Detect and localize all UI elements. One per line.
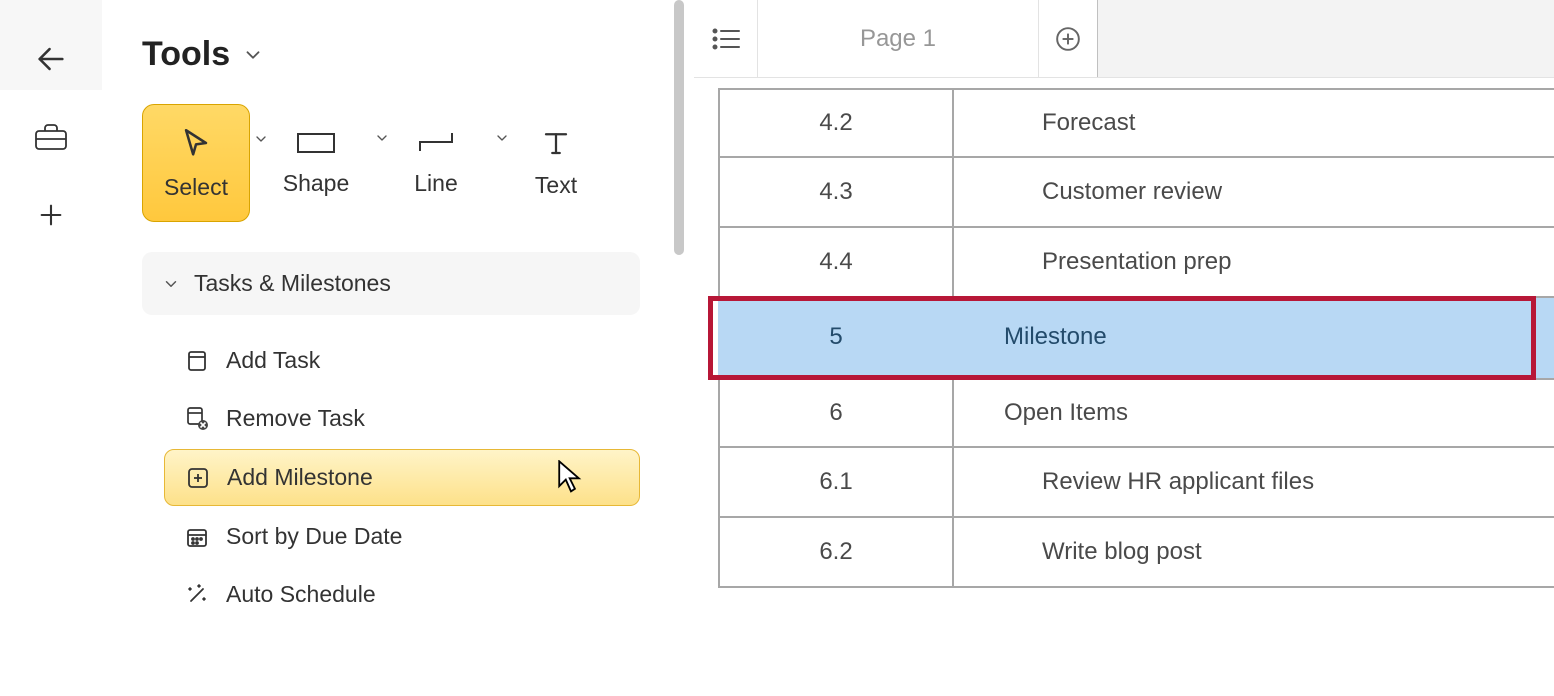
rail-background <box>0 90 102 696</box>
row-name: Forecast <box>954 88 1554 158</box>
tool-select[interactable]: Select <box>142 104 250 222</box>
menu-remove-task[interactable]: Remove Task <box>164 391 640 446</box>
toolbox-icon <box>34 123 68 151</box>
outline-button[interactable] <box>694 0 758 77</box>
section-label: Tasks & Milestones <box>194 270 391 297</box>
menu-label: Sort by Due Date <box>226 523 402 550</box>
row-number: 5 <box>718 298 954 378</box>
row-number: 4.3 <box>718 158 954 228</box>
tab-bar: Page 1 <box>694 0 1554 78</box>
panel-title: Tools <box>142 35 230 74</box>
row-number: 4.4 <box>718 228 954 298</box>
tool-text[interactable]: Text <box>502 104 610 222</box>
menu-sort-due-date[interactable]: Sort by Due Date <box>164 509 640 564</box>
tab-page-1[interactable]: Page 1 <box>758 0 1038 77</box>
row-name: Customer review <box>954 158 1554 228</box>
row-number: 6.1 <box>718 448 954 518</box>
tools-panel: Tools Select Shape Line Text <box>102 0 670 606</box>
section-tasks-milestones[interactable]: Tasks & Milestones <box>142 252 640 315</box>
tool-shape-label: Shape <box>283 170 350 197</box>
cursor-icon <box>179 126 213 160</box>
table-row[interactable]: 6.2 Write blog post <box>694 518 1554 588</box>
menu-add-task[interactable]: Add Task <box>164 333 640 388</box>
milestone-add-icon <box>185 465 211 491</box>
table-row[interactable]: 4.4 Presentation prep <box>694 228 1554 298</box>
row-name: Presentation prep <box>954 228 1554 298</box>
magic-wand-icon <box>184 582 210 608</box>
panel-title-row[interactable]: Tools <box>142 35 640 74</box>
task-table: 4.2 Forecast 4.3 Customer review 4.4 Pre… <box>694 78 1554 588</box>
row-name: Review HR applicant files <box>954 448 1554 518</box>
tool-line[interactable]: Line <box>382 104 490 222</box>
row-name: Open Items <box>954 378 1554 448</box>
table-row[interactable]: 6.1 Review HR applicant files <box>694 448 1554 518</box>
tab-label: Page 1 <box>860 25 936 53</box>
task-icon <box>184 348 210 374</box>
add-page-button[interactable] <box>1038 0 1098 77</box>
menu-add-milestone[interactable]: Add Milestone <box>164 449 640 506</box>
chevron-down-icon <box>242 44 264 66</box>
plus-circle-icon <box>1055 26 1081 52</box>
rectangle-icon <box>296 130 336 156</box>
tool-line-label: Line <box>414 170 457 197</box>
table-row[interactable]: 4.3 Customer review <box>694 158 1554 228</box>
toolbox-button[interactable] <box>27 113 75 161</box>
table-row[interactable]: 4.2 Forecast <box>694 88 1554 158</box>
menu-label: Add Milestone <box>227 464 373 491</box>
row-number: 4.2 <box>718 88 954 158</box>
tool-buttons: Select Shape Line Text <box>142 104 640 222</box>
tool-text-label: Text <box>535 172 577 199</box>
text-icon <box>541 128 571 158</box>
arrow-left-icon <box>34 42 68 76</box>
tool-shape[interactable]: Shape <box>262 104 370 222</box>
plus-icon <box>37 201 65 229</box>
connector-icon <box>416 130 456 156</box>
add-button[interactable] <box>27 191 75 239</box>
document-pane: Page 1 4.2 Forecast 4.3 Customer review … <box>694 0 1554 606</box>
left-rail <box>0 0 102 606</box>
menu-label: Auto Schedule <box>226 581 376 608</box>
tool-select-label: Select <box>164 174 228 201</box>
menu-auto-schedule[interactable]: Auto Schedule <box>164 567 640 622</box>
menu-label: Remove Task <box>226 405 365 432</box>
row-name: Write blog post <box>954 518 1554 588</box>
chevron-down-icon <box>162 275 180 293</box>
table-row[interactable]: 6 Open Items <box>694 378 1554 448</box>
row-number: 6 <box>718 378 954 448</box>
row-number: 6.2 <box>718 518 954 588</box>
table-row-selected[interactable]: 5 Milestone <box>694 298 1554 378</box>
back-button[interactable] <box>27 35 75 83</box>
calendar-icon <box>184 524 210 550</box>
task-remove-icon <box>184 406 210 432</box>
menu-label: Add Task <box>226 347 320 374</box>
list-icon <box>711 27 741 51</box>
row-name: Milestone <box>954 298 1554 378</box>
panel-scrollbar[interactable] <box>670 0 694 606</box>
